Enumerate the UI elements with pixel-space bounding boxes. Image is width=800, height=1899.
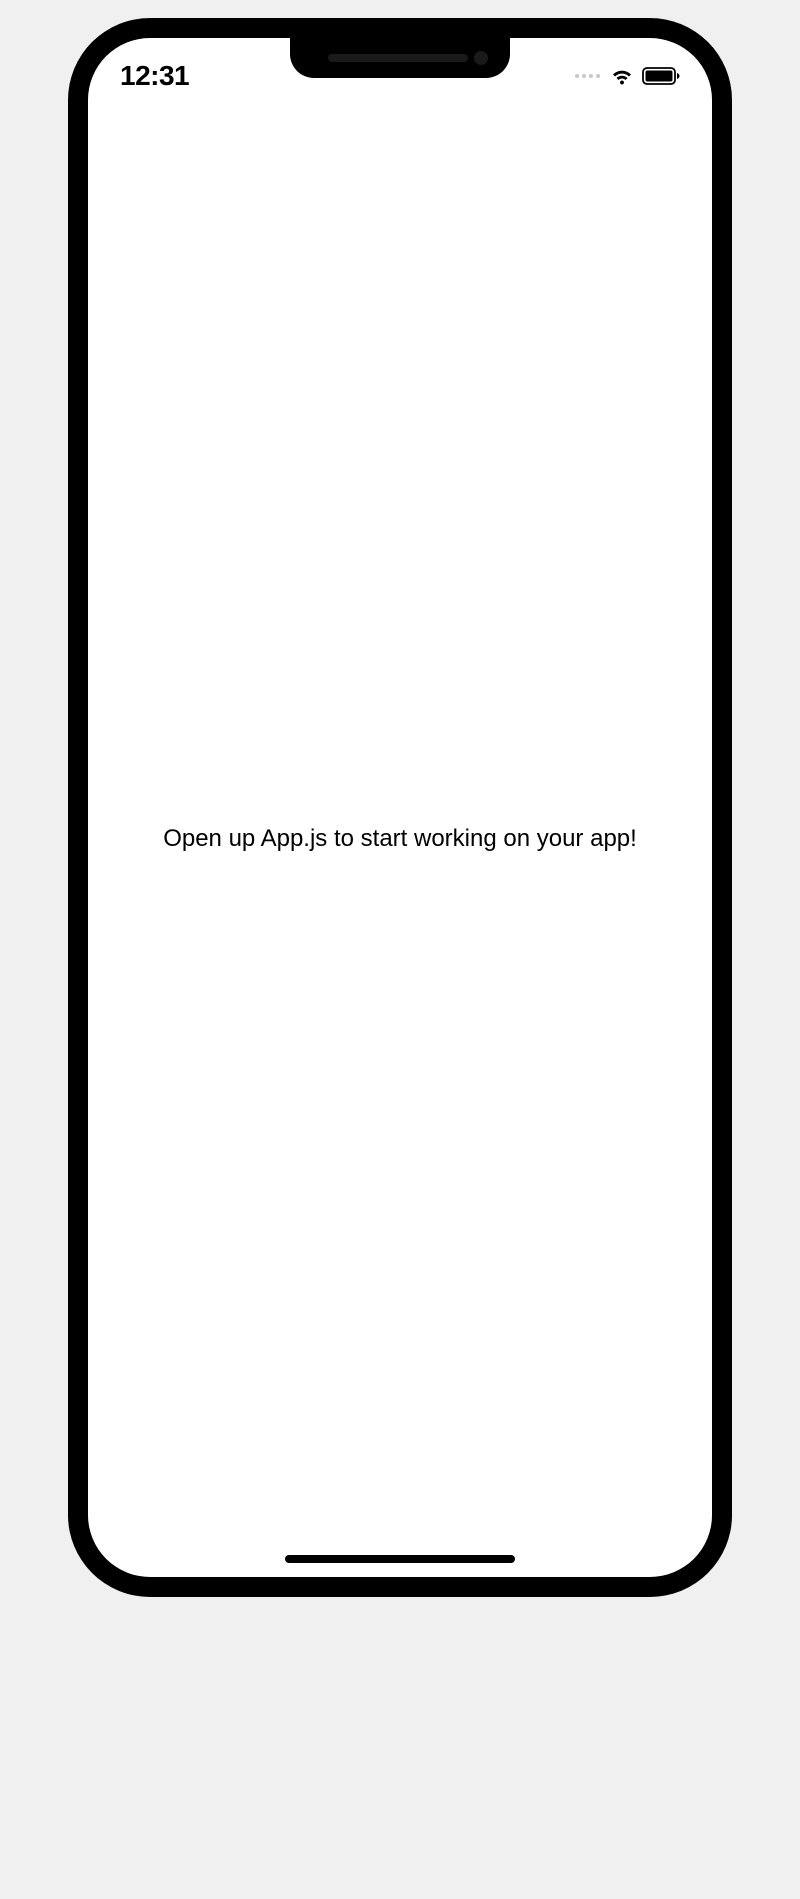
notch-camera (474, 51, 488, 65)
device-screen: 12:31 (88, 38, 712, 1577)
home-indicator[interactable] (285, 1555, 515, 1563)
status-time: 12:31 (120, 60, 189, 92)
app-content: Open up App.js to start working on your … (88, 104, 712, 1577)
wifi-icon (610, 67, 634, 85)
notch-speaker (328, 54, 468, 62)
battery-icon (642, 67, 682, 85)
welcome-message: Open up App.js to start working on your … (163, 825, 637, 853)
cellular-icon (575, 74, 600, 78)
device-frame: 12:31 (70, 20, 730, 1595)
status-indicators (575, 67, 682, 85)
device-notch (290, 38, 510, 78)
